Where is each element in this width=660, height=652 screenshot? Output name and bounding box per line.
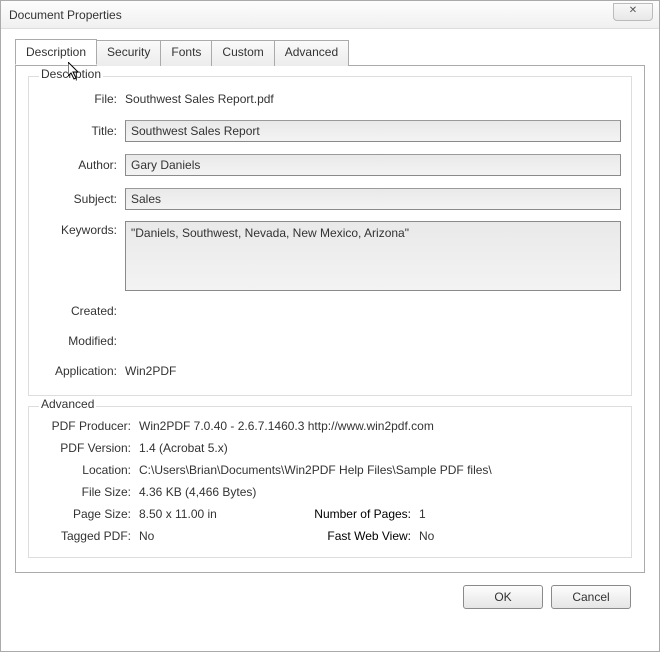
version-label: PDF Version: <box>39 441 139 455</box>
filesize-value: 4.36 KB (4,466 Bytes) <box>139 485 256 499</box>
advanced-group-label: Advanced <box>39 397 96 411</box>
dialog-window: Document Properties ✕ Description Securi… <box>0 0 660 652</box>
fastweb-label: Fast Web View: <box>299 529 419 543</box>
filesize-label: File Size: <box>39 485 139 499</box>
tagged-label: Tagged PDF: <box>39 529 139 543</box>
tagged-value: No <box>139 529 154 543</box>
subject-input[interactable]: Sales <box>125 188 621 210</box>
fastweb-value: No <box>419 529 434 543</box>
button-row: OK Cancel <box>15 573 645 609</box>
tab-advanced[interactable]: Advanced <box>274 40 349 66</box>
producer-value: Win2PDF 7.0.40 - 2.6.7.1460.3 http://www… <box>139 419 434 433</box>
content-area: Description Security Fonts Custom Advanc… <box>1 29 659 609</box>
tab-security[interactable]: Security <box>96 40 161 66</box>
location-value: C:\Users\Brian\Documents\Win2PDF Help Fi… <box>139 463 492 477</box>
tab-custom[interactable]: Custom <box>211 40 274 66</box>
keywords-input[interactable]: "Daniels, Southwest, Nevada, New Mexico,… <box>125 221 621 291</box>
pagesize-value: 8.50 x 11.00 in <box>139 507 217 521</box>
file-label: File: <box>39 92 125 106</box>
keywords-label: Keywords: <box>39 221 125 237</box>
close-button[interactable]: ✕ <box>613 3 653 21</box>
tab-strip: Description Security Fonts Custom Advanc… <box>15 39 645 65</box>
version-value: 1.4 (Acrobat 5.x) <box>139 441 228 455</box>
window-title: Document Properties <box>9 8 122 22</box>
titlebar: Document Properties ✕ <box>1 1 659 29</box>
title-input[interactable]: Southwest Sales Report <box>125 120 621 142</box>
description-group-label: Description <box>39 67 103 81</box>
tab-panel-description: Description File: Southwest Sales Report… <box>15 65 645 573</box>
cancel-button[interactable]: Cancel <box>551 585 631 609</box>
tab-description[interactable]: Description <box>15 39 97 65</box>
application-value: Win2PDF <box>125 364 621 378</box>
ok-button[interactable]: OK <box>463 585 543 609</box>
numpages-value: 1 <box>419 507 426 521</box>
title-label: Title: <box>39 124 125 138</box>
advanced-group: Advanced PDF Producer: Win2PDF 7.0.40 - … <box>28 406 632 558</box>
file-value: Southwest Sales Report.pdf <box>125 92 621 106</box>
producer-label: PDF Producer: <box>39 419 139 433</box>
close-icon: ✕ <box>629 5 637 16</box>
application-label: Application: <box>39 364 125 378</box>
subject-label: Subject: <box>39 192 125 206</box>
created-label: Created: <box>39 304 125 318</box>
description-group: Description File: Southwest Sales Report… <box>28 76 632 396</box>
modified-label: Modified: <box>39 334 125 348</box>
author-label: Author: <box>39 158 125 172</box>
author-input[interactable]: Gary Daniels <box>125 154 621 176</box>
numpages-label: Number of Pages: <box>299 507 419 521</box>
pagesize-label: Page Size: <box>39 507 139 521</box>
tab-fonts[interactable]: Fonts <box>160 40 212 66</box>
location-label: Location: <box>39 463 139 477</box>
